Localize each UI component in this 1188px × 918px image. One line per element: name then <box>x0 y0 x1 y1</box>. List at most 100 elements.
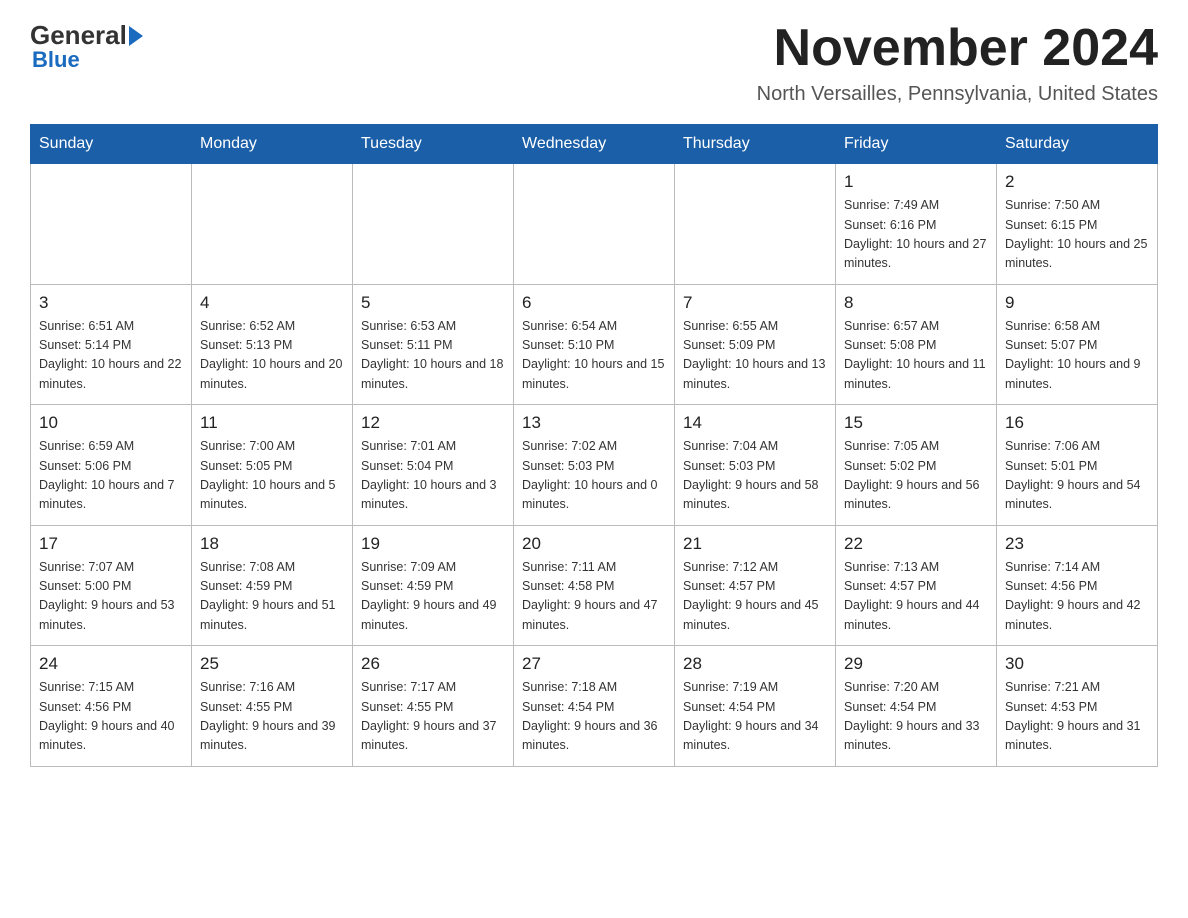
day-info: Sunrise: 7:17 AMSunset: 4:55 PMDaylight:… <box>361 678 505 756</box>
calendar-cell-14: 14 Sunrise: 7:04 AMSunset: 5:03 PMDayligh… <box>675 405 836 526</box>
day-number: 17 <box>39 534 183 554</box>
calendar-cell-26: 26 Sunrise: 7:17 AMSunset: 4:55 PMDayligh… <box>353 646 514 767</box>
calendar-week-row-5: 24Sunrise: 7:15 AMSunset: 4:56 PMDayligh… <box>31 646 1158 767</box>
calendar-cell-2: 2 Sunrise: 7:50 AMSunset: 6:15 PMDaylight… <box>997 164 1158 285</box>
calendar-cell-1: 1 Sunrise: 7:49 AMSunset: 6:16 PMDaylight… <box>836 164 997 285</box>
day-info: Sunrise: 6:51 AMSunset: 5:14 PMDaylight:… <box>39 317 183 395</box>
day-number: 3 <box>39 293 183 313</box>
calendar-cell-28: 28 Sunrise: 7:19 AMSunset: 4:54 PMDayligh… <box>675 646 836 767</box>
day-number: 26 <box>361 654 505 674</box>
calendar-cell-12: 12 Sunrise: 7:01 AMSunset: 5:04 PMDayligh… <box>353 405 514 526</box>
day-number: 19 <box>361 534 505 554</box>
day-number: 18 <box>200 534 344 554</box>
day-number: 9 <box>1005 293 1149 313</box>
calendar-cell-20: 20 Sunrise: 7:11 AMSunset: 4:58 PMDayligh… <box>514 525 675 646</box>
calendar-cell-11: 11Sunrise: 7:00 AMSunset: 5:05 PMDayligh… <box>192 405 353 526</box>
day-info: Sunrise: 7:19 AMSunset: 4:54 PMDaylight:… <box>683 678 827 756</box>
day-info: Sunrise: 6:57 AMSunset: 5:08 PMDaylight:… <box>844 317 988 395</box>
day-number: 28 <box>683 654 827 674</box>
day-info: Sunrise: 7:09 AMSunset: 4:59 PMDaylight:… <box>361 558 505 636</box>
day-number: 2 <box>1005 172 1149 192</box>
day-info: Sunrise: 7:21 AMSunset: 4:53 PMDaylight:… <box>1005 678 1149 756</box>
day-number: 25 <box>200 654 344 674</box>
day-number: 16 <box>1005 413 1149 433</box>
day-number: 15 <box>844 413 988 433</box>
day-info: Sunrise: 7:01 AMSunset: 5:04 PMDaylight:… <box>361 437 505 515</box>
calendar-cell-23: 23Sunrise: 7:14 AMSunset: 4:56 PMDayligh… <box>997 525 1158 646</box>
day-info: Sunrise: 6:55 AMSunset: 5:09 PMDaylight:… <box>683 317 827 395</box>
day-info: Sunrise: 6:54 AMSunset: 5:10 PMDaylight:… <box>522 317 666 395</box>
calendar-cell-empty <box>514 164 675 285</box>
day-number: 27 <box>522 654 666 674</box>
calendar-header-wednesday: Wednesday <box>514 125 675 164</box>
calendar-cell-8: 8Sunrise: 6:57 AMSunset: 5:08 PMDaylight… <box>836 284 997 405</box>
day-info: Sunrise: 7:11 AMSunset: 4:58 PMDaylight:… <box>522 558 666 636</box>
day-number: 1 <box>844 172 988 192</box>
day-info: Sunrise: 6:53 AMSunset: 5:11 PMDaylight:… <box>361 317 505 395</box>
day-info: Sunrise: 7:06 AMSunset: 5:01 PMDaylight:… <box>1005 437 1149 515</box>
day-number: 10 <box>39 413 183 433</box>
day-info: Sunrise: 7:16 AMSunset: 4:55 PMDaylight:… <box>200 678 344 756</box>
calendar-cell-29: 29 Sunrise: 7:20 AMSunset: 4:54 PMDayligh… <box>836 646 997 767</box>
calendar-header-tuesday: Tuesday <box>353 125 514 164</box>
calendar-cell-25: 25 Sunrise: 7:16 AMSunset: 4:55 PMDayligh… <box>192 646 353 767</box>
calendar-header-sunday: Sunday <box>31 125 192 164</box>
calendar-cell-15: 15 Sunrise: 7:05 AMSunset: 5:02 PMDayligh… <box>836 405 997 526</box>
day-number: 21 <box>683 534 827 554</box>
calendar-cell-16: 16 Sunrise: 7:06 AMSunset: 5:01 PMDayligh… <box>997 405 1158 526</box>
calendar-cell-10: 10 Sunrise: 6:59 AMSunset: 5:06 PMDayligh… <box>31 405 192 526</box>
day-info: Sunrise: 7:20 AMSunset: 4:54 PMDaylight:… <box>844 678 988 756</box>
calendar-cell-21: 21 Sunrise: 7:12 AMSunset: 4:57 PMDayligh… <box>675 525 836 646</box>
day-number: 5 <box>361 293 505 313</box>
calendar-header-row: SundayMondayTuesdayWednesdayThursdayFrid… <box>31 125 1158 164</box>
day-number: 14 <box>683 413 827 433</box>
page-subtitle: North Versailles, Pennsylvania, United S… <box>757 83 1158 106</box>
calendar-cell-18: 18 Sunrise: 7:08 AMSunset: 4:59 PMDayligh… <box>192 525 353 646</box>
calendar-header-saturday: Saturday <box>997 125 1158 164</box>
day-info: Sunrise: 6:58 AMSunset: 5:07 PMDaylight:… <box>1005 317 1149 395</box>
day-number: 11 <box>200 413 344 433</box>
day-info: Sunrise: 7:07 AMSunset: 5:00 PMDaylight:… <box>39 558 183 636</box>
day-info: Sunrise: 6:52 AMSunset: 5:13 PMDaylight:… <box>200 317 344 395</box>
day-info: Sunrise: 6:59 AMSunset: 5:06 PMDaylight:… <box>39 437 183 515</box>
day-info: Sunrise: 7:18 AMSunset: 4:54 PMDaylight:… <box>522 678 666 756</box>
calendar-cell-6: 6 Sunrise: 6:54 AMSunset: 5:10 PMDaylight… <box>514 284 675 405</box>
calendar-week-row-1: 1 Sunrise: 7:49 AMSunset: 6:16 PMDaylight… <box>31 164 1158 285</box>
day-info: Sunrise: 7:12 AMSunset: 4:57 PMDaylight:… <box>683 558 827 636</box>
calendar-cell-empty <box>353 164 514 285</box>
day-number: 29 <box>844 654 988 674</box>
calendar-table: SundayMondayTuesdayWednesdayThursdayFrid… <box>30 124 1158 767</box>
calendar-week-row-4: 17 Sunrise: 7:07 AMSunset: 5:00 PMDayligh… <box>31 525 1158 646</box>
day-info: Sunrise: 7:08 AMSunset: 4:59 PMDaylight:… <box>200 558 344 636</box>
calendar-cell-13: 13 Sunrise: 7:02 AMSunset: 5:03 PMDayligh… <box>514 405 675 526</box>
calendar-header-thursday: Thursday <box>675 125 836 164</box>
calendar-cell-5: 5 Sunrise: 6:53 AMSunset: 5:11 PMDaylight… <box>353 284 514 405</box>
calendar-cell-22: 22 Sunrise: 7:13 AMSunset: 4:57 PMDayligh… <box>836 525 997 646</box>
day-info: Sunrise: 7:04 AMSunset: 5:03 PMDaylight:… <box>683 437 827 515</box>
day-info: Sunrise: 7:50 AMSunset: 6:15 PMDaylight:… <box>1005 196 1149 274</box>
day-info: Sunrise: 7:02 AMSunset: 5:03 PMDaylight:… <box>522 437 666 515</box>
calendar-cell-30: 30Sunrise: 7:21 AMSunset: 4:53 PMDayligh… <box>997 646 1158 767</box>
day-number: 7 <box>683 293 827 313</box>
calendar-cell-empty <box>31 164 192 285</box>
calendar-header-friday: Friday <box>836 125 997 164</box>
calendar-cell-27: 27 Sunrise: 7:18 AMSunset: 4:54 PMDayligh… <box>514 646 675 767</box>
calendar-cell-4: 4Sunrise: 6:52 AMSunset: 5:13 PMDaylight… <box>192 284 353 405</box>
day-number: 13 <box>522 413 666 433</box>
calendar-cell-empty <box>675 164 836 285</box>
calendar-header-monday: Monday <box>192 125 353 164</box>
calendar-cell-19: 19 Sunrise: 7:09 AMSunset: 4:59 PMDayligh… <box>353 525 514 646</box>
day-number: 6 <box>522 293 666 313</box>
day-number: 20 <box>522 534 666 554</box>
day-number: 22 <box>844 534 988 554</box>
calendar-cell-3: 3 Sunrise: 6:51 AMSunset: 5:14 PMDaylight… <box>31 284 192 405</box>
day-info: Sunrise: 7:13 AMSunset: 4:57 PMDaylight:… <box>844 558 988 636</box>
header-area: General Blue November 2024 North Versail… <box>30 20 1158 106</box>
title-area: November 2024 North Versailles, Pennsylv… <box>757 20 1158 106</box>
calendar-cell-empty <box>192 164 353 285</box>
day-number: 12 <box>361 413 505 433</box>
day-info: Sunrise: 7:49 AMSunset: 6:16 PMDaylight:… <box>844 196 988 274</box>
calendar-week-row-2: 3 Sunrise: 6:51 AMSunset: 5:14 PMDaylight… <box>31 284 1158 405</box>
day-info: Sunrise: 7:05 AMSunset: 5:02 PMDaylight:… <box>844 437 988 515</box>
day-info: Sunrise: 7:15 AMSunset: 4:56 PMDaylight:… <box>39 678 183 756</box>
